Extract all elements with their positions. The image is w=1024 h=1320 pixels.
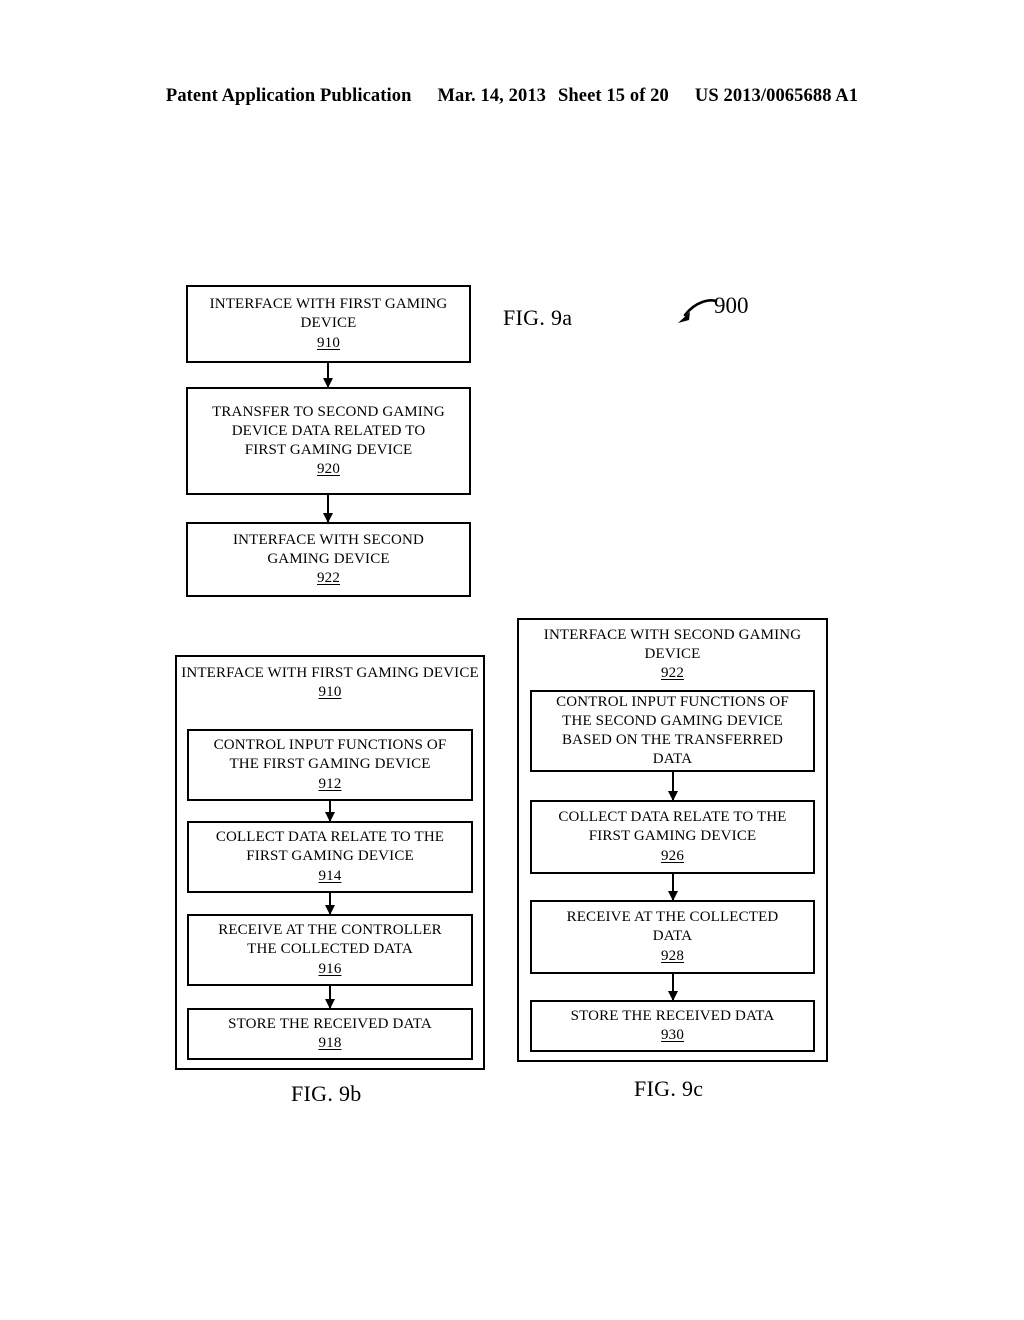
process-box-926: COLLECT DATA RELATE TO THE FIRST GAMING … xyxy=(530,800,815,874)
arrow-910-to-920 xyxy=(327,363,329,387)
box-920-ref: 920 xyxy=(317,461,340,478)
arrow-928-to-930 xyxy=(672,974,674,1000)
box-922-line-2: GAMING DEVICE xyxy=(267,550,390,567)
process-box-922-fig9a: INTERFACE WITH SECOND GAMING DEVICE 922 xyxy=(186,522,471,597)
arrow-control-to-926 xyxy=(672,772,674,800)
fig9c-title-ref: 922 xyxy=(661,665,684,682)
box-control-line-3: BASED ON THE TRANSFERRED xyxy=(562,732,783,748)
box-912-ref: 912 xyxy=(318,775,342,792)
arrow-920-to-922 xyxy=(327,495,329,522)
lead-reference-900: 900 xyxy=(714,293,749,318)
process-box-914: COLLECT DATA RELATE TO THE FIRST GAMING … xyxy=(187,821,473,893)
box-930-ref: 930 xyxy=(661,1027,684,1043)
process-box-930: STORE THE RECEIVED DATA 930 xyxy=(530,1000,815,1052)
process-box-918: STORE THE RECEIVED DATA 918 xyxy=(187,1008,473,1060)
box-922-line-1: INTERFACE WITH SECOND xyxy=(233,531,424,548)
box-912-line-2: THE FIRST GAMING DEVICE xyxy=(229,756,431,773)
process-box-928: RECEIVE AT THE COLLECTED DATA 928 xyxy=(530,900,815,974)
arrow-916-to-918 xyxy=(329,986,331,1008)
box-control-line-2: THE SECOND GAMING DEVICE xyxy=(562,712,783,729)
fig9b-title-ref: 910 xyxy=(318,684,342,701)
box-914-ref: 914 xyxy=(318,867,342,884)
header-sheet: Sheet 15 of 20 xyxy=(558,86,669,106)
process-box-control-input-second-device: CONTROL INPUT FUNCTIONS OF THE SECOND GA… xyxy=(530,690,815,772)
box-918-ref: 918 xyxy=(318,1035,342,1051)
box-928-line-1: RECEIVE AT THE COLLECTED xyxy=(566,909,779,926)
header-publication: Patent Application Publication xyxy=(165,86,412,106)
process-box-916: RECEIVE AT THE CONTROLLER THE COLLECTED … xyxy=(187,914,473,986)
header-patent-number: US 2013/0065688 A1 xyxy=(694,86,859,106)
fig9b-title-line-2: DEVICE xyxy=(422,665,479,681)
figure-caption-9c: FIG. 9c xyxy=(634,1076,704,1101)
box-930-line-1: STORE THE RECEIVED DATA xyxy=(570,1007,775,1024)
box-928-line-2: DATA xyxy=(652,928,693,945)
fig9b-title-line-1: INTERFACE WITH FIRST GAMING xyxy=(181,665,419,681)
box-control-line-4: DATA xyxy=(652,751,693,768)
box-916-line-2: THE COLLECTED DATA xyxy=(247,941,413,958)
box-920-line-3: FIRST GAMING DEVICE xyxy=(244,442,413,458)
arrow-912-to-914 xyxy=(329,801,331,821)
figure-9c-title: INTERFACE WITH SECOND GAMING DEVICE 922 xyxy=(517,626,828,684)
figure-9b-title: INTERFACE WITH FIRST GAMING DEVICE 910 xyxy=(175,664,485,702)
box-910-ref: 910 xyxy=(317,334,340,351)
arrow-926-to-928 xyxy=(672,874,674,900)
lead-arrow-900-icon xyxy=(678,299,718,323)
box-910-line-2: DEVICE xyxy=(300,315,357,332)
box-926-line-2: FIRST GAMING DEVICE xyxy=(588,828,757,845)
box-920-line-2: DEVICE DATA RELATED TO xyxy=(231,422,426,439)
box-control-line-1: CONTROL INPUT FUNCTIONS OF xyxy=(556,693,789,710)
box-918-line-1: STORE THE RECEIVED DATA xyxy=(228,1015,432,1032)
figure-caption-9a: FIG. 9a xyxy=(503,305,573,330)
box-916-line-1: RECEIVE AT THE CONTROLLER xyxy=(218,922,442,939)
header-date: Mar. 14, 2013 xyxy=(437,86,547,106)
figure-caption-9b: FIG. 9b xyxy=(291,1081,362,1106)
box-914-line-2: FIRST GAMING DEVICE xyxy=(246,848,414,865)
box-912-line-1: CONTROL INPUT FUNCTIONS OF xyxy=(213,737,447,754)
process-box-920: TRANSFER TO SECOND GAMING DEVICE DATA RE… xyxy=(186,387,471,495)
page-header: Patent Application Publication Mar. 14, 2… xyxy=(0,86,1024,107)
box-920-line-1: TRANSFER TO SECOND GAMING xyxy=(212,403,445,420)
fig9c-title-line-1: INTERFACE WITH SECOND GAMING xyxy=(543,627,802,643)
box-926-line-1: COLLECT DATA RELATE TO THE xyxy=(558,809,787,826)
process-box-912: CONTROL INPUT FUNCTIONS OF THE FIRST GAM… xyxy=(187,729,473,801)
fig9c-title-line-2: DEVICE xyxy=(644,646,701,663)
arrow-914-to-916 xyxy=(329,893,331,914)
box-926-ref: 926 xyxy=(661,847,684,864)
box-922-ref: 922 xyxy=(317,570,340,587)
box-910-line-1: INTERFACE WITH FIRST GAMING xyxy=(209,296,448,313)
box-914-line-1: COLLECT DATA RELATE TO THE xyxy=(215,829,445,846)
box-916-ref: 916 xyxy=(318,960,342,977)
process-box-910: INTERFACE WITH FIRST GAMING DEVICE 910 xyxy=(186,285,471,363)
box-928-ref: 928 xyxy=(661,947,684,964)
